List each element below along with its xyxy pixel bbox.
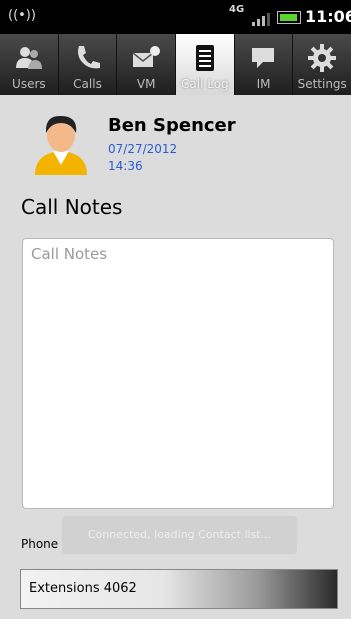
status-bar: ((•)) 4G 11:06 xyxy=(0,0,351,34)
contact-name: Ben Spencer xyxy=(108,115,236,136)
network-type-label: 4G xyxy=(229,4,245,15)
tab-label: Call Log xyxy=(181,77,229,91)
status-toast: Connected, loading Contact list... xyxy=(62,516,297,554)
tab-settings[interactable]: Settings xyxy=(293,34,351,95)
avatar xyxy=(35,115,87,175)
tab-label: Users xyxy=(12,77,46,91)
call-time: 14:36 xyxy=(108,159,143,173)
tab-label: Settings xyxy=(297,77,347,91)
cell-signal-icon xyxy=(252,10,272,26)
clock: 11:06 xyxy=(305,7,351,26)
tab-vm[interactable]: VM xyxy=(117,34,177,95)
phone-icon xyxy=(77,46,100,69)
voicemail-icon xyxy=(132,46,161,67)
tab-calls[interactable]: Calls xyxy=(59,34,118,95)
call-log-icon xyxy=(195,45,214,71)
call-notes-title: Call Notes xyxy=(21,195,123,219)
tab-bar: Users Calls VM Call Log IM Settings xyxy=(0,34,351,95)
gear-icon xyxy=(308,44,337,72)
tab-call-log[interactable]: Call Log xyxy=(176,34,235,95)
users-icon xyxy=(15,47,42,69)
phone-label: Phone xyxy=(21,537,59,551)
wifi-signal-icon: ((•)) xyxy=(8,8,36,23)
phone-extension-select[interactable]: Extensions 4062 xyxy=(20,569,338,609)
chat-icon xyxy=(251,48,274,68)
tab-label: VM xyxy=(136,77,156,91)
tab-label: Calls xyxy=(73,77,102,91)
tab-im[interactable]: IM xyxy=(235,34,294,95)
call-notes-field[interactable]: Call Notes xyxy=(22,238,334,509)
call-notes-placeholder: Call Notes xyxy=(31,245,108,263)
tab-users[interactable]: Users xyxy=(0,34,59,95)
call-date: 07/27/2012 xyxy=(108,142,178,156)
battery-icon xyxy=(277,11,301,24)
tab-label: IM xyxy=(256,77,271,91)
